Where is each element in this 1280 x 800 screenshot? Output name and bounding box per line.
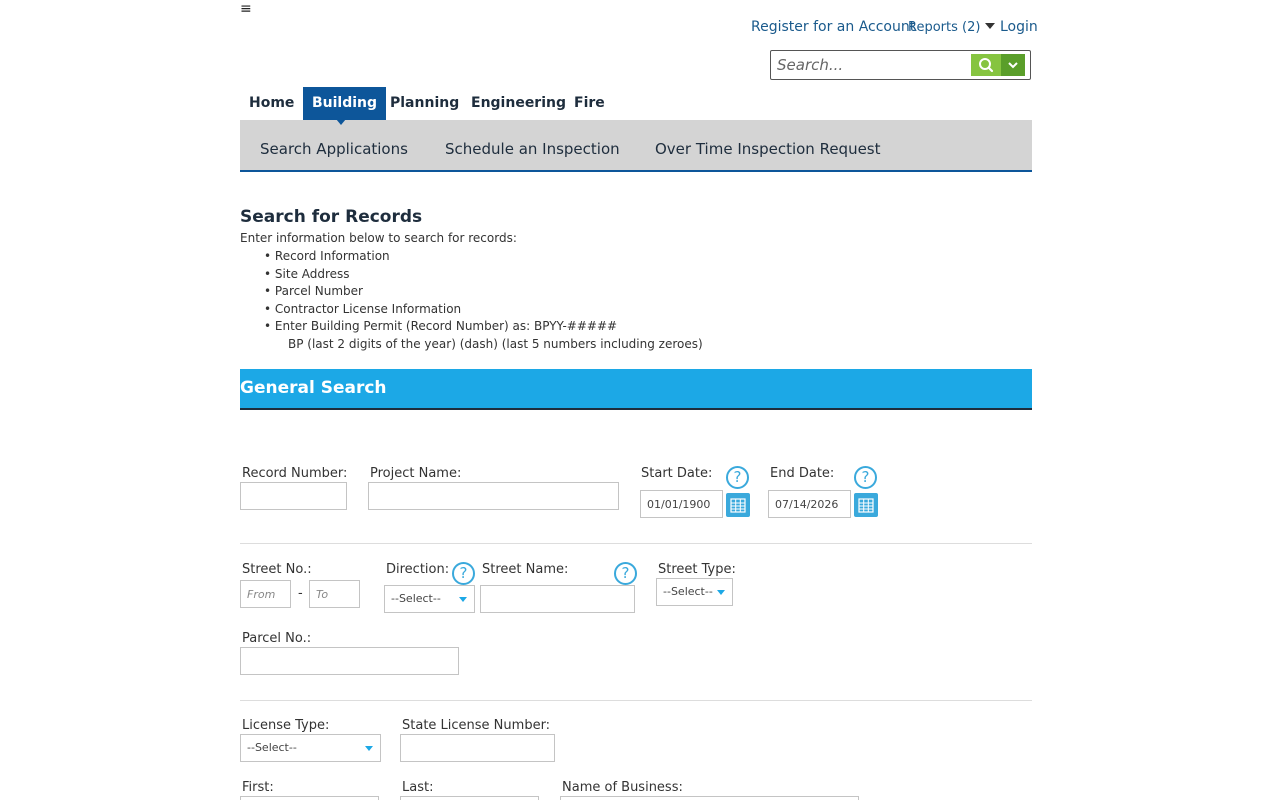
- license-type-label: License Type:: [242, 718, 330, 733]
- list-item: Record Information: [264, 248, 617, 266]
- state-license-input[interactable]: [400, 734, 555, 762]
- list-item: Site Address: [264, 266, 617, 284]
- tab-building[interactable]: Building: [303, 87, 387, 120]
- divider: [240, 543, 1032, 544]
- street-name-label: Street Name:: [482, 562, 569, 577]
- register-link[interactable]: Register for an Account: [751, 19, 915, 35]
- start-date-label: Start Date:: [641, 466, 713, 481]
- end-date-label: End Date:: [770, 466, 835, 481]
- street-type-select-value: --Select--: [663, 585, 713, 598]
- dropdown-arrow-icon: [365, 746, 373, 751]
- menu-icon[interactable]: ≡: [240, 2, 252, 16]
- street-type-select[interactable]: --Select--: [656, 578, 733, 606]
- license-type-select-value: --Select--: [247, 741, 297, 754]
- street-type-label: Street Type:: [658, 562, 736, 577]
- subnav-search-applications[interactable]: Search Applications: [260, 140, 408, 158]
- last-name-label: Last:: [402, 780, 434, 795]
- search-options-button[interactable]: [1001, 54, 1025, 76]
- street-no-to-input[interactable]: [309, 580, 360, 608]
- global-search: [770, 50, 1031, 80]
- direction-help-icon[interactable]: ?: [452, 562, 475, 585]
- reports-label: Reports (2): [908, 20, 981, 35]
- street-name-help-icon[interactable]: ?: [614, 562, 637, 585]
- list-item: Contractor License Information: [264, 301, 617, 319]
- login-link[interactable]: Login: [1000, 19, 1038, 35]
- record-number-label: Record Number:: [242, 466, 348, 481]
- tab-home[interactable]: Home: [240, 87, 303, 120]
- start-date-input[interactable]: [640, 490, 723, 518]
- business-name-label: Name of Business:: [562, 780, 683, 795]
- active-tab-pointer: [336, 119, 346, 125]
- reports-menu[interactable]: Reports (2): [908, 20, 996, 35]
- calendar-icon: [730, 498, 746, 513]
- project-name-label: Project Name:: [370, 466, 462, 481]
- calendar-icon: [858, 498, 874, 513]
- direction-select-value: --Select--: [391, 592, 441, 605]
- first-name-input[interactable]: [240, 796, 379, 800]
- street-no-label: Street No.:: [242, 562, 312, 577]
- search-input[interactable]: [775, 54, 965, 76]
- dropdown-arrow-icon: [717, 590, 725, 595]
- state-license-label: State License Number:: [402, 718, 551, 733]
- list-item: Parcel Number: [264, 283, 617, 301]
- end-date-input[interactable]: [768, 490, 851, 518]
- license-type-select[interactable]: --Select--: [240, 734, 381, 762]
- search-icon: [979, 58, 994, 73]
- caret-down-icon: [985, 23, 996, 29]
- tab-planning[interactable]: Planning: [381, 87, 468, 120]
- record-number-input[interactable]: [240, 482, 347, 510]
- start-date-help-icon[interactable]: ?: [726, 466, 749, 489]
- street-no-from-input[interactable]: [240, 580, 291, 608]
- search-button[interactable]: [971, 54, 1001, 76]
- subnav-overtime-inspection[interactable]: Over Time Inspection Request: [655, 140, 881, 158]
- general-search-header: General Search: [240, 369, 1032, 410]
- direction-select[interactable]: --Select--: [384, 585, 475, 613]
- start-date-calendar-button[interactable]: [726, 493, 750, 517]
- street-name-input[interactable]: [480, 585, 635, 613]
- tab-fire[interactable]: Fire: [565, 87, 614, 120]
- list-item: Enter Building Permit (Record Number) as…: [264, 318, 617, 336]
- first-name-label: First:: [242, 780, 274, 795]
- record-format-note: BP (last 2 digits of the year) (dash) (l…: [288, 337, 703, 351]
- end-date-calendar-button[interactable]: [854, 493, 878, 517]
- project-name-input[interactable]: [368, 482, 619, 510]
- end-date-help-icon[interactable]: ?: [854, 466, 877, 489]
- divider: [240, 700, 1032, 701]
- direction-label: Direction:: [386, 562, 450, 577]
- subnav-schedule-inspection[interactable]: Schedule an Inspection: [445, 140, 620, 158]
- instructions-list: Record Information Site Address Parcel N…: [264, 248, 617, 336]
- parcel-no-label: Parcel No.:: [242, 631, 312, 646]
- business-name-input[interactable]: [560, 796, 859, 800]
- street-no-dash: -: [298, 586, 303, 601]
- dropdown-arrow-icon: [459, 597, 467, 602]
- section-title: General Search: [240, 378, 387, 398]
- last-name-input[interactable]: [400, 796, 539, 800]
- page-title: Search for Records: [240, 207, 423, 227]
- intro-text: Enter information below to search for re…: [240, 231, 517, 245]
- tab-engineering[interactable]: Engineering: [462, 87, 575, 120]
- parcel-no-input[interactable]: [240, 647, 459, 675]
- chevron-down-icon: [1008, 62, 1018, 69]
